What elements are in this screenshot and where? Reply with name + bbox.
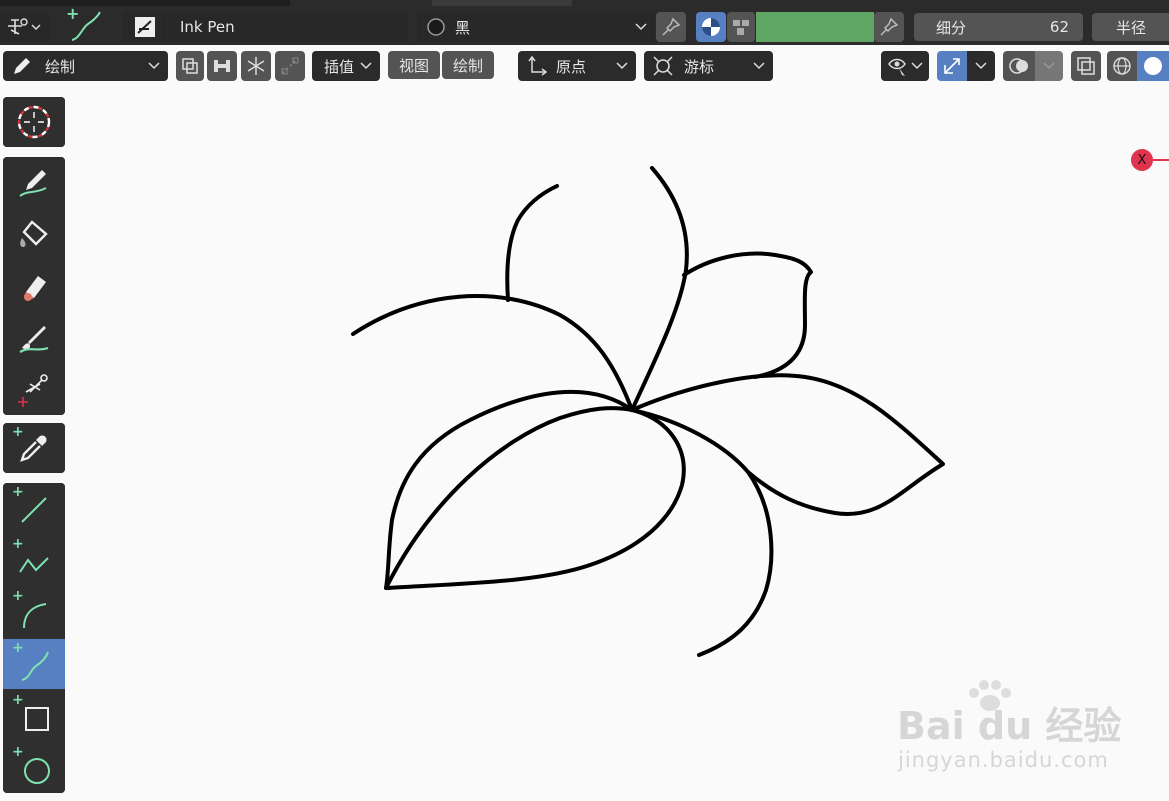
pin-material-button[interactable] <box>656 12 686 42</box>
origin-dropdown[interactable]: 原点 <box>518 51 636 81</box>
header-strip <box>0 0 290 6</box>
snowflake-icon <box>247 57 265 75</box>
radius-label: 半径 <box>1116 18 1147 37</box>
flower-drawing <box>351 166 945 657</box>
vertex-paint-icon <box>733 20 749 35</box>
interpolate-label: 插值 <box>324 57 355 76</box>
watermark-brand: Bai du 经验 <box>897 704 1122 748</box>
interpolate-dropdown[interactable]: 插值 <box>312 51 380 81</box>
chevron-down-icon <box>753 62 765 70</box>
draw-tab-label: 绘制 <box>452 56 483 75</box>
gpencil-object-icon <box>8 18 28 35</box>
xray-icon <box>1077 57 1095 75</box>
cursor-label: 游标 <box>684 57 715 76</box>
brush-name-field[interactable]: Ink Pen <box>168 12 408 42</box>
chevron-down-icon <box>148 62 160 70</box>
cursor-dropdown[interactable]: 游标 <box>644 51 773 81</box>
solid-shading-button[interactable] <box>1137 51 1169 81</box>
subdivide-field[interactable]: 细分 62 <box>914 13 1083 41</box>
draw-menu-tab[interactable]: 绘制 <box>442 51 494 79</box>
gear-lines-icon <box>214 60 230 72</box>
origin-label: 原点 <box>556 57 587 76</box>
copy-icon <box>182 58 198 74</box>
material-mode-button[interactable] <box>696 12 726 42</box>
color-swatch-fill <box>756 12 874 42</box>
overlay-circles-icon <box>1009 58 1028 74</box>
stroke-upper-left-stem <box>505 184 559 302</box>
gizmo-arrows-icon <box>944 58 960 74</box>
material-mode-icon <box>702 18 720 36</box>
origin-axis-icon <box>528 55 548 76</box>
material-dropdown[interactable]: 黑 <box>417 12 655 42</box>
material-name: 黑 <box>455 18 471 37</box>
stroke-top-petal-left <box>630 166 689 412</box>
stroke-top-right-petal <box>682 251 813 379</box>
pin-icon <box>880 17 899 36</box>
freeze-button[interactable] <box>241 51 271 81</box>
view-menu-tab[interactable]: 视图 <box>388 51 440 79</box>
subdivide-value: 62 <box>1049 18 1069 36</box>
edit-lines-button[interactable] <box>207 51 237 81</box>
stroke-left-petal-outer <box>384 389 634 590</box>
view-tab-label: 视图 <box>398 56 429 75</box>
color-swatch[interactable] <box>756 12 874 42</box>
chevron-down-icon <box>635 23 647 31</box>
radius-field[interactable]: 半径 <box>1092 13 1169 41</box>
brush-name-text: Ink Pen <box>180 18 235 36</box>
pin-icon <box>662 17 681 36</box>
stroke-left-petal-inner <box>384 406 634 590</box>
header-strip <box>432 0 572 6</box>
solid-sphere-icon <box>1144 57 1162 75</box>
chevron-down-icon <box>31 24 41 31</box>
brush-preview[interactable] <box>123 12 167 42</box>
overlay-dropdown[interactable] <box>1035 51 1063 81</box>
wireframe-shading-button[interactable] <box>1107 51 1137 81</box>
x-axis-label: X <box>1137 152 1147 168</box>
header-bar: + Ink Pen 黑 细分 62 半径 <box>0 0 1169 45</box>
stroke-lower-petal <box>386 408 686 590</box>
mode-label: 绘制 <box>45 57 76 76</box>
mode-dropdown[interactable]: 绘制 <box>3 51 168 81</box>
chevron-down-icon <box>1043 62 1055 70</box>
overlay-toggle-button[interactable] <box>1003 51 1035 81</box>
x-axis-gizmo[interactable]: X <box>1131 149 1153 171</box>
eye-cursor-icon <box>888 58 906 76</box>
chevron-down-icon <box>911 62 923 70</box>
visibility-dropdown[interactable] <box>881 51 929 81</box>
pin-color-button[interactable] <box>874 12 904 42</box>
chevron-down-icon <box>360 62 372 70</box>
viewport-header: 绘制 插值 视图 绘制 原点 游标 <box>0 45 1169 87</box>
material-sphere-icon <box>427 18 445 36</box>
gizmo-toggle-button[interactable] <box>937 51 967 81</box>
cursor-target-icon <box>653 56 673 76</box>
subdivide-label: 细分 <box>936 18 967 37</box>
pencil-icon <box>14 58 30 74</box>
x-axis-line <box>1153 159 1169 161</box>
active-tool-curve-icon: + <box>58 4 110 44</box>
xray-toggle-button[interactable] <box>1071 51 1101 81</box>
gizmo-dropdown[interactable] <box>967 51 995 81</box>
chevron-down-icon <box>616 62 628 70</box>
stroke-placement-button[interactable] <box>275 51 305 81</box>
multiframe-button[interactable] <box>176 51 204 81</box>
dotted-line-icon <box>281 57 299 75</box>
watermark-url: jingyan.baidu.com <box>898 748 1109 772</box>
chevron-down-icon <box>975 62 987 70</box>
wireframe-sphere-icon <box>1113 57 1131 75</box>
ink-pen-icon <box>135 17 155 37</box>
vertex-color-button[interactable] <box>727 12 755 42</box>
tool-settings-dropdown[interactable] <box>0 12 50 42</box>
